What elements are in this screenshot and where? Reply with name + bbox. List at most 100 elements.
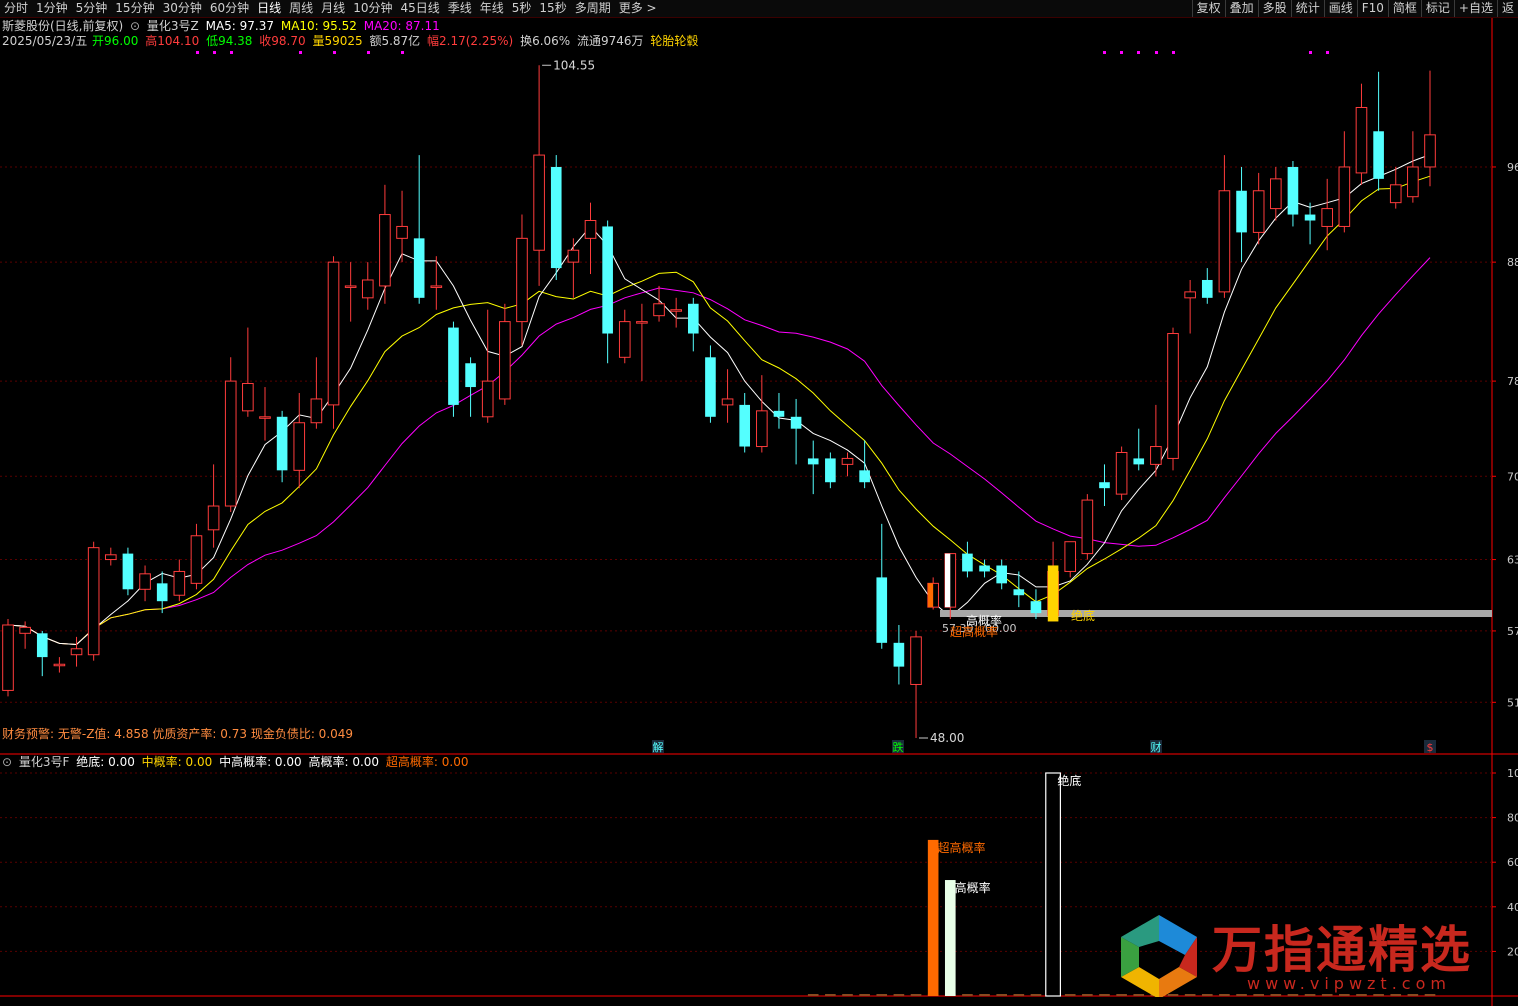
period-tab-3[interactable]: 15分钟 — [111, 0, 158, 17]
candle-body-74 — [1269, 178, 1282, 210]
period-tab-6[interactable]: 日线 — [253, 0, 285, 17]
watermark: 万指通精选 www.vipwzt.com — [1109, 902, 1504, 1002]
period-tabs: 分时 1分钟 5分钟 15分钟 30分钟 60分钟 日线 周线 月线 10分钟 45日线 季线 年线 5秒… — [0, 0, 661, 17]
candle-body-10 — [173, 570, 186, 596]
kline-chart[interactable]: 96887870635751104.5548.0057.30 00.00高概率超高… — [0, 18, 1518, 1006]
candle-body-31 — [533, 154, 545, 251]
candle-body-62 — [1064, 541, 1077, 572]
watermark-url: www.vipwzt.com — [1247, 974, 1451, 993]
ma10-line — [7, 175, 1431, 646]
toolbar-button-5[interactable]: F10 — [1356, 0, 1388, 17]
period-tab-10[interactable]: 45日线 — [396, 0, 443, 17]
sub-baseline-bar-59 — [1013, 994, 1025, 996]
candle-body-16 — [276, 416, 288, 471]
signal-dot-1 — [213, 51, 216, 54]
period-tab-8[interactable]: 月线 — [317, 0, 349, 17]
period-tab-14[interactable]: 15秒 — [535, 0, 570, 17]
candle-body-7 — [122, 553, 134, 590]
event-marker-1: 跌 — [893, 740, 904, 754]
candle-body-42 — [721, 398, 734, 406]
period-tab-11[interactable]: 季线 — [444, 0, 476, 17]
price-tick-label-6: 51 — [1507, 696, 1518, 709]
candle-body-65 — [1115, 451, 1128, 495]
toolbar-button-2[interactable]: 多股 — [1257, 0, 1291, 17]
period-tab-15[interactable]: 多周期 — [571, 0, 615, 17]
sub-baseline-bar-57 — [979, 994, 990, 996]
sub-baseline-bar-60 — [1030, 994, 1042, 996]
toolbar-button-7[interactable]: 标记 — [1420, 0, 1454, 17]
toolbar-button-8[interactable]: +自选 — [1453, 0, 1497, 17]
toolbar-button-0[interactable]: 复权 — [1191, 0, 1225, 17]
candle-body-25 — [430, 285, 443, 288]
event-marker-3: $ — [1427, 741, 1434, 754]
sub-tick-label-2: 60 — [1507, 856, 1518, 869]
toolbar-button-4[interactable]: 画线 — [1323, 0, 1357, 17]
candle-body-41 — [705, 357, 716, 417]
sub-baseline-bar-53 — [910, 994, 922, 996]
period-tab-9[interactable]: 10分钟 — [349, 0, 396, 17]
candle-body-49 — [841, 457, 854, 465]
sub-tick-label-3: 40 — [1507, 901, 1518, 914]
candle-body-52 — [893, 642, 905, 667]
candle-body-18 — [310, 398, 323, 424]
sub-tick-label-1: 80 — [1507, 812, 1518, 825]
period-tab-5[interactable]: 60分钟 — [206, 0, 253, 17]
signal-dot-0 — [196, 51, 199, 54]
watermark-text: 万指通精选 — [1212, 921, 1472, 979]
toolbar-button-9[interactable]: 返 — [1496, 0, 1518, 17]
event-marker-0: 解 — [653, 740, 664, 754]
period-tab-13[interactable]: 5秒 — [508, 0, 536, 17]
sub-signal-bar-1 — [944, 880, 956, 996]
candle-body-15 — [259, 416, 271, 419]
signal-dot-12 — [1309, 51, 1312, 54]
candle-body-51 — [876, 577, 888, 643]
candle-body-38 — [653, 303, 665, 317]
period-tab-4[interactable]: 30分钟 — [159, 0, 206, 17]
price-tick-label-4: 63 — [1507, 554, 1518, 567]
toolbar-button-6[interactable]: 简框 — [1387, 0, 1421, 17]
period-tab-7[interactable]: 周线 — [285, 0, 317, 17]
candle-body-21 — [361, 279, 374, 299]
period-tab-1[interactable]: 1分钟 — [32, 0, 72, 17]
signal-dot-11 — [1172, 51, 1175, 54]
sub-tick-label-4: 20 — [1507, 945, 1518, 958]
candle-body-4 — [70, 648, 83, 656]
candle-body-17 — [293, 422, 306, 471]
candle-body-66 — [1133, 458, 1145, 465]
candle-body-70 — [1201, 279, 1213, 298]
event-marker-2: 财 — [1151, 740, 1162, 754]
sub-signal-label-2: 绝底 — [1057, 773, 1081, 788]
toolbar-button-1[interactable]: 叠加 — [1224, 0, 1258, 17]
period-tab-0[interactable]: 分时 — [0, 0, 32, 17]
candle-body-11 — [190, 535, 203, 584]
candle-body-81 — [1389, 184, 1402, 204]
candle-body-22 — [379, 214, 391, 287]
sub-baseline-bar-51 — [876, 994, 888, 996]
price-tick-label-3: 70 — [1507, 470, 1518, 483]
toolbar-button-3[interactable]: 统计 — [1290, 0, 1324, 17]
signal-candle-gao — [944, 553, 951, 608]
candle-body-82 — [1407, 166, 1419, 198]
candle-body-33 — [567, 249, 580, 263]
candle-body-68 — [1167, 333, 1179, 459]
sub-baseline-bar-48 — [825, 994, 836, 996]
sub-baseline-bar-58 — [996, 994, 1007, 996]
period-tab-2[interactable]: 5分钟 — [72, 0, 112, 17]
candle-body-0 — [2, 624, 14, 691]
sub-signal-bar-2 — [1045, 772, 1061, 997]
candle-body-63 — [1081, 499, 1094, 555]
candle-body-71 — [1218, 190, 1231, 293]
candle-body-13 — [224, 380, 237, 507]
signal-dot-3 — [299, 51, 302, 54]
period-tab-12[interactable]: 年线 — [476, 0, 508, 17]
candle-body-8 — [139, 573, 151, 590]
candle-body-12 — [207, 505, 220, 531]
candle-body-2 — [36, 633, 48, 658]
sub-signal-label-1: 高概率 — [955, 880, 991, 895]
period-tab-16[interactable]: 更多 > — [615, 0, 661, 17]
candle-body-29 — [499, 321, 511, 400]
candle-body-5 — [87, 547, 100, 656]
candle-body-53 — [910, 636, 922, 685]
signal-dot-10 — [1155, 51, 1158, 54]
candle-body-83 — [1424, 134, 1436, 168]
